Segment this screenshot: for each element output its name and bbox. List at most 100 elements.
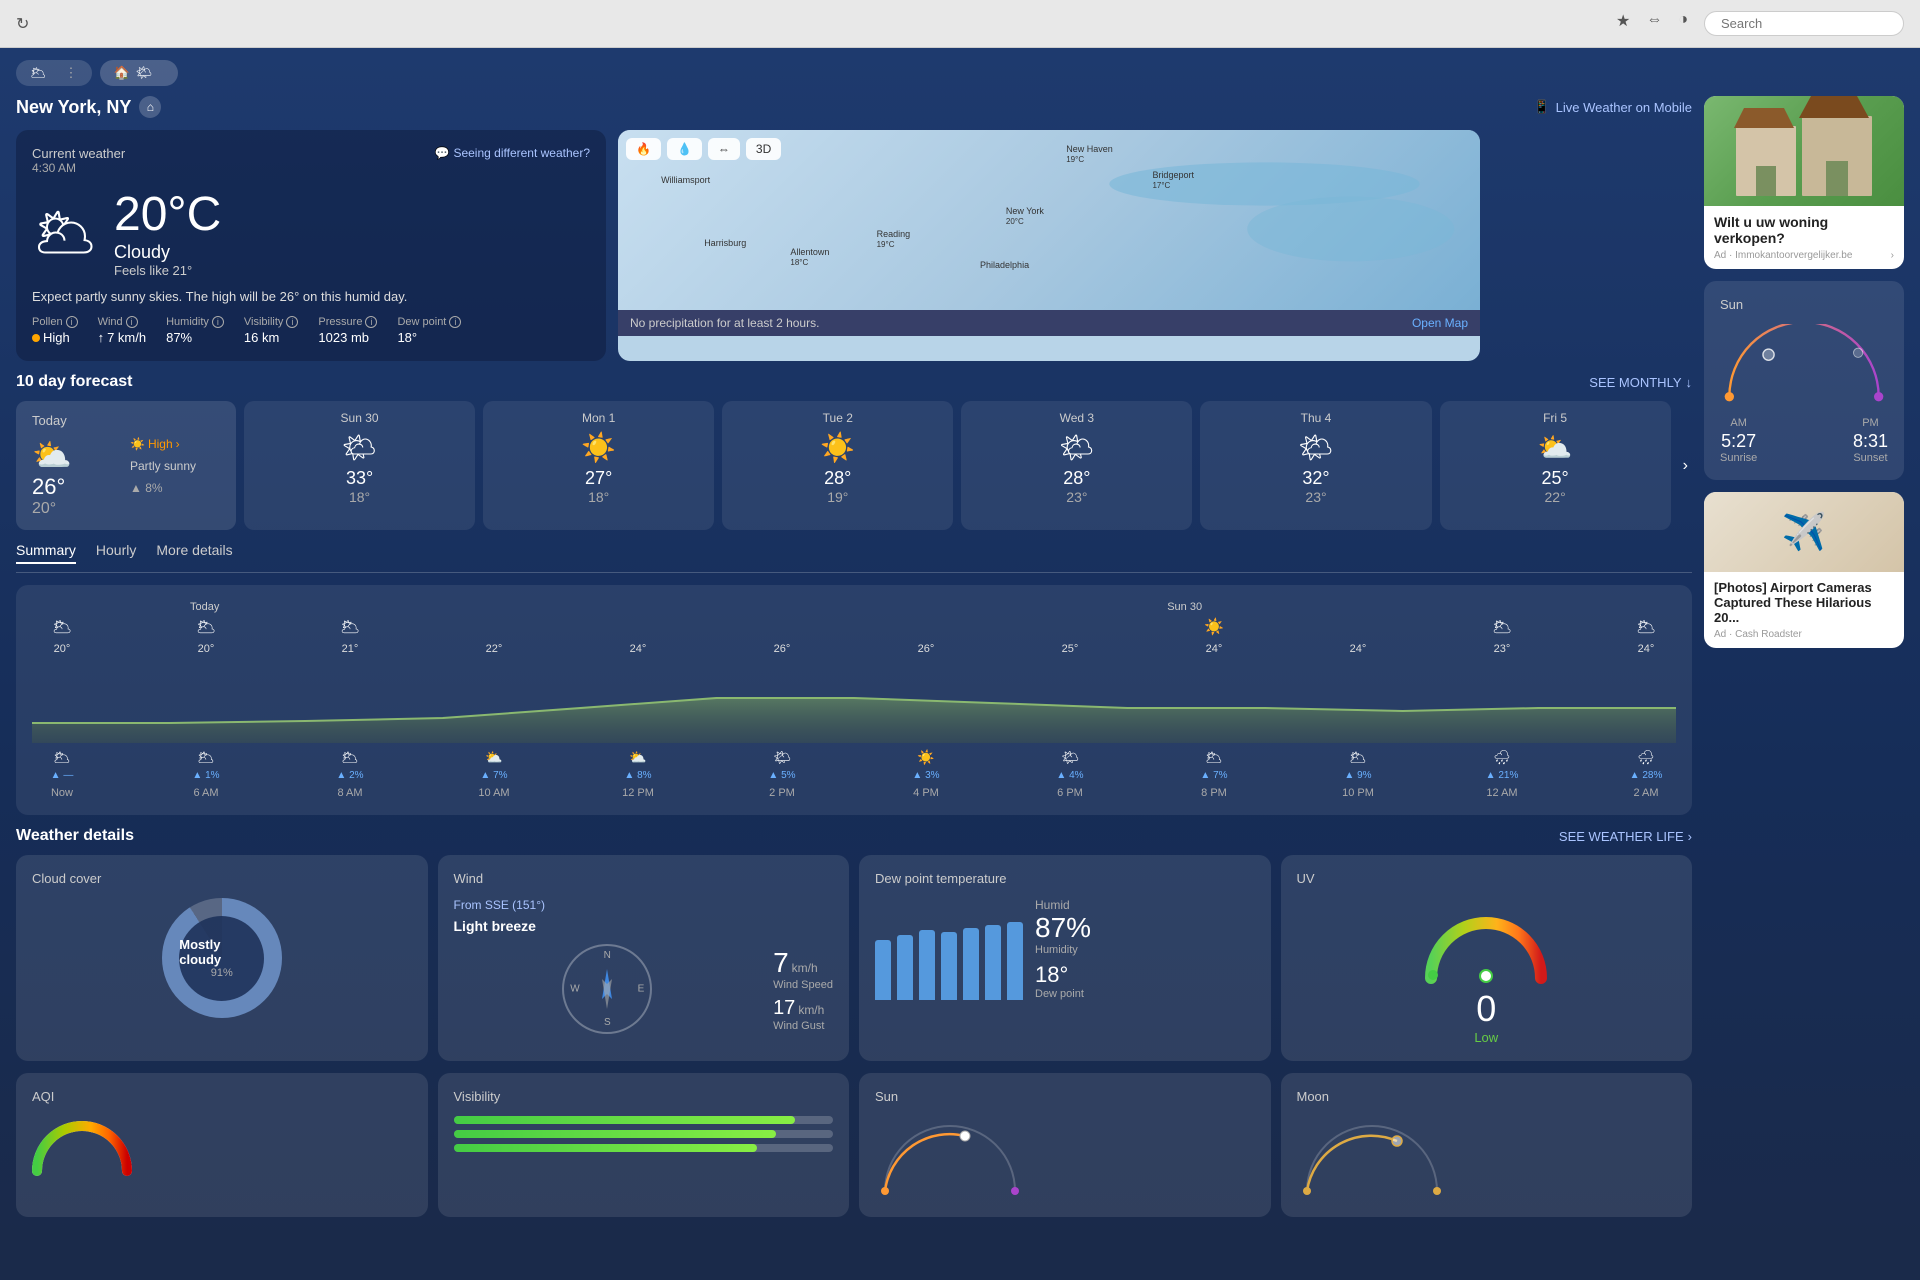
today-condition: Partly sunny (130, 459, 220, 473)
wind-speed-label: Wind Speed (773, 979, 833, 991)
refresh-icon[interactable]: ↻ (16, 14, 29, 34)
time-label-5: 2 PM (752, 787, 812, 799)
ad-card-2: ✈️ [Photos] Airport Cameras Captured The… (1704, 492, 1904, 648)
browser-action-icons[interactable]: ★ ⇔ ◑ (1616, 11, 1904, 36)
map-label-bridgeport: Bridgeport17°C (1152, 170, 1194, 190)
wind-speed-value: 7 (773, 947, 789, 979)
ad-1-info-icon[interactable]: › (1891, 250, 1894, 261)
time-label-3: 10 AM (464, 787, 524, 799)
see-monthly-button[interactable]: SEE MONTHLY ↓ (1589, 375, 1692, 390)
ad-2-source: Ad · Cash Roadster (1714, 629, 1802, 640)
sun-bottom-title: Sun (875, 1089, 1255, 1104)
live-weather-label: Live Weather on Mobile (1556, 100, 1692, 115)
tab-more-details[interactable]: More details (156, 542, 232, 564)
feels-like: Feels like 21° (114, 263, 221, 278)
wind-speed-unit: km/h (792, 961, 818, 975)
wind-info-icon[interactable]: i (126, 316, 138, 328)
rain-icon-4: ⛅ (608, 749, 668, 766)
rain-pct-3: ▲ 7% (464, 770, 524, 781)
sunrise-period: AM (1720, 417, 1757, 429)
cloud-cover-card: Cloud cover Mostly cloudy 91% (16, 855, 428, 1061)
ad-houses (1728, 98, 1880, 204)
rain-pct-0: ▲ — (32, 770, 92, 781)
tab-summary[interactable]: Summary (16, 542, 76, 564)
pressure-value: 1023 mb (318, 330, 369, 345)
main-content: 🌥 ⋮ 🏠 🌤 New York, NY ⌂ (0, 48, 1920, 1248)
home-location-icon: 🏠 (114, 65, 130, 81)
cloud-cover-donut: Mostly cloudy 91% (162, 898, 282, 1018)
forecast-sun30[interactable]: Sun 30 🌤 33° 18° (244, 401, 475, 530)
forecast-day-name-sun30: Sun 30 (256, 411, 463, 425)
forecast-title: 10 day forecast (16, 373, 133, 391)
dew-bar-6 (985, 925, 1001, 1000)
dark-mode-icon[interactable]: ◑ (1678, 11, 1688, 36)
uv-card: UV (1281, 855, 1693, 1061)
open-map-link[interactable]: Open Map (1412, 316, 1468, 330)
rain-pct-7: ▲ 4% (1040, 770, 1100, 781)
forecast-mon1[interactable]: Mon 1 ☀️ 27° 18° (483, 401, 714, 530)
compass-west: W (570, 984, 579, 995)
browser-search-input[interactable] (1704, 11, 1904, 36)
rain-icon-1: 🌥 (176, 749, 236, 766)
forecast-low-wed3: 23° (973, 489, 1180, 505)
dew-bar-2 (897, 935, 913, 1000)
chart-icon-5 (752, 617, 812, 637)
location-tab-brussel[interactable]: 🏠 🌤 (100, 60, 179, 86)
map-toolbar: 🔥 💧 ⇔ 3D (626, 138, 781, 160)
forecast-arrow[interactable]: › (1679, 401, 1692, 530)
current-weather-header: Current weather 4:30 AM 💬 Seeing differe… (32, 146, 590, 175)
location-tab-newyork[interactable]: 🌥 ⋮ (16, 60, 92, 86)
map-label-newhaven: New Haven19°C (1066, 144, 1113, 164)
dewpoint-info-icon[interactable]: i (449, 316, 461, 328)
see-weather-life-button[interactable]: SEE WEATHER LIFE › (1559, 829, 1692, 844)
visibility-info-icon[interactable]: i (286, 316, 298, 328)
today-label: Today (32, 413, 122, 428)
live-weather-button[interactable]: 📱 Live Weather on Mobile (1533, 99, 1692, 115)
summary-tabs: Summary Hourly More details (16, 542, 1692, 573)
current-temp: 20°C (114, 187, 221, 242)
forecast-day-name-thu4: Thu 4 (1212, 411, 1419, 425)
weather-icon: 🌥 (32, 202, 98, 263)
sunset-time: PM 8:31 Sunset (1853, 417, 1888, 464)
chart-icon-0: 🌥 (32, 617, 92, 637)
wind-direction-icon: ↑ (98, 330, 105, 345)
map-3d-btn[interactable]: 3D (746, 138, 781, 160)
aqi-card: AQI (16, 1073, 428, 1217)
details-grid: Cloud cover Mostly cloudy 91% Wind From … (16, 855, 1692, 1061)
sun-arc-svg (1720, 324, 1888, 404)
rain-icon-9: 🌥 (1328, 749, 1388, 766)
tab-hourly[interactable]: Hourly (96, 542, 136, 564)
split-icon[interactable]: ⇔ (1646, 11, 1662, 36)
forecast-fri5[interactable]: Fri 5 ⛅ 25° 22° (1440, 401, 1671, 530)
home-icon[interactable]: ⌂ (139, 96, 161, 118)
more-options-icon[interactable]: ⋮ (65, 65, 78, 81)
map-wind-btn[interactable]: ⇔ (708, 138, 740, 160)
dew-bar-5 (963, 928, 979, 1000)
browser-nav-icons: ↻ (16, 14, 29, 34)
forecast-thu4[interactable]: Thu 4 🌤 32° 23° (1200, 401, 1431, 530)
location-bar: 🌥 ⋮ 🏠 🌤 (16, 60, 1904, 86)
seeing-different-button[interactable]: 💬 Seeing different weather? (435, 146, 591, 160)
weather-details-header: Weather details SEE WEATHER LIFE › (16, 827, 1692, 845)
current-weather-card: Current weather 4:30 AM 💬 Seeing differe… (16, 130, 606, 361)
ad-card-1: Wilt u uw woning verkopen? Ad · Immokant… (1704, 96, 1904, 269)
moon-title: Moon (1297, 1089, 1677, 1104)
pollen-info-icon[interactable]: i (66, 316, 78, 328)
chart-day-labels: Today Sun 30 (32, 601, 1676, 613)
pressure-info-icon[interactable]: i (365, 316, 377, 328)
sun-sidebar-title: Sun (1720, 297, 1888, 312)
forecast-wed3[interactable]: Wed 3 🌤 28° 23° (961, 401, 1192, 530)
map-rain-btn[interactable]: 💧 (667, 138, 702, 160)
map-fire-btn[interactable]: 🔥 (626, 138, 661, 160)
map-card: 🔥 💧 ⇔ 3D Willi (618, 130, 1480, 361)
bottom-grid: AQI Visibility (16, 1073, 1692, 1217)
wind-detail: Windi ↑7 km/h (98, 316, 147, 345)
humidity-info-icon[interactable]: i (212, 316, 224, 328)
sun-icon: ☀️ (130, 437, 145, 451)
moon-arc-svg (1297, 1116, 1447, 1196)
favorites-icon[interactable]: ★ (1616, 11, 1630, 36)
today-rain: ▲ 8% (130, 481, 220, 495)
weather-detail-row: Polleni High Windi ↑7 km/h Humidityi 87% (32, 316, 590, 345)
forecast-icon-wed3: 🌤 (973, 431, 1180, 464)
forecast-tue2[interactable]: Tue 2 ☀️ 28° 19° (722, 401, 953, 530)
